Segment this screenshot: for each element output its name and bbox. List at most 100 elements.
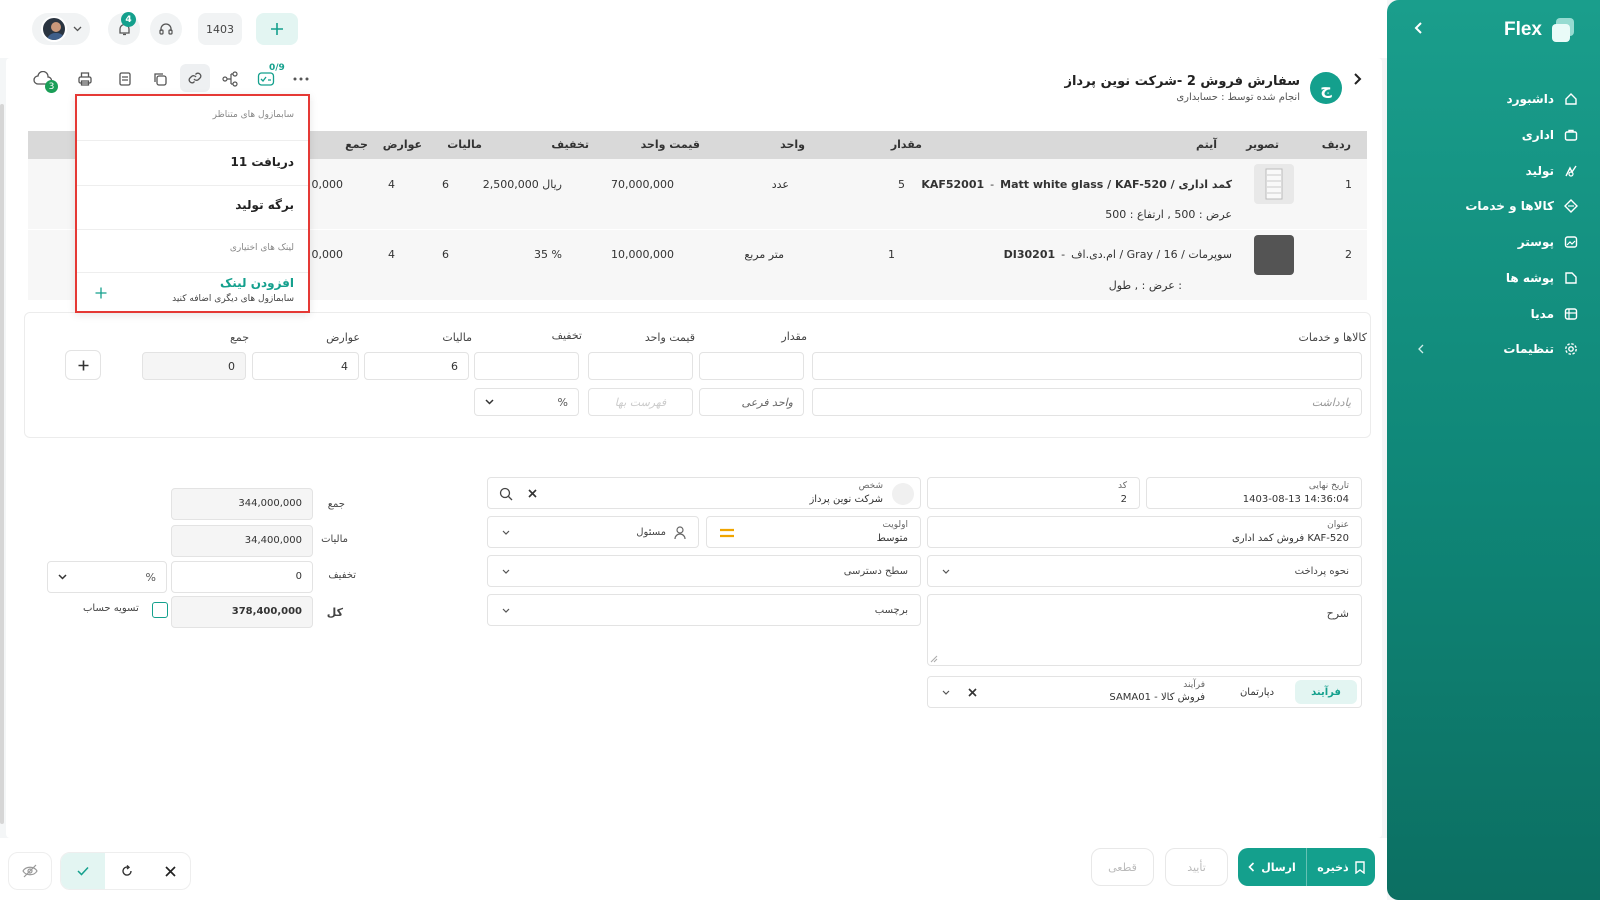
discount-type-select[interactable]: % [474,388,579,416]
checklist-button[interactable]: 0/9 [255,63,285,90]
person-field[interactable]: شخص شرکت نوین پرداز [487,477,921,509]
link-production-label: برگه تولید [235,198,294,212]
sidebar-item-dashboard[interactable]: داشبورد [1408,87,1578,111]
sidebar-item-poster[interactable]: پوستر [1408,230,1578,254]
sidebar-item-folders[interactable]: پوشه ها [1408,266,1578,290]
fiscal-year-selector[interactable]: 1403 [198,13,242,45]
more-options-button[interactable] [290,68,312,90]
due-date-field[interactable]: تاریخ نهایی 1403-08-13 14:36:04 [1146,477,1362,509]
refresh-button[interactable] [105,853,148,889]
item-name: ام.دی.اف / Gray / 16 / سوپرمات [1071,248,1232,261]
sidebar-item-production[interactable]: تولید [1408,159,1578,183]
duties-label: عوارض [326,331,360,344]
hide-button[interactable] [8,852,52,890]
link-receipt-label: دریافت 11 [230,155,294,169]
bookmark-icon [1355,860,1365,874]
person-label: شخص [858,481,883,491]
summary-discount-input[interactable]: 0 [171,561,313,593]
link-receipt[interactable]: دریافت 11 [77,141,308,185]
sidebar-item-media[interactable]: مدیا [1408,302,1578,326]
collapse-sidebar-icon[interactable] [1413,20,1425,36]
cloud-sync-button[interactable]: 3 [32,68,58,93]
add-link-button[interactable]: افزودن لینک سابمازول های دیگری اضافه کنی… [77,273,308,311]
unit-price-input[interactable] [588,352,693,380]
summary-sum-label: جمع [327,499,345,510]
sidebar-item-label: کالاها و خدمات [1465,199,1554,213]
duties-input[interactable]: 4 [252,352,359,380]
chevron-left-icon [1248,862,1255,872]
notifications-button[interactable]: 4 [108,12,140,45]
profile-button[interactable] [32,13,90,45]
cell-qty: 5 [898,178,905,191]
due-date-value: 1403-08-13 14:36:04 [1242,494,1349,505]
add-row-button[interactable] [65,350,101,380]
sidebar-item-label: تولید [1525,164,1554,178]
discount-input[interactable] [474,352,579,380]
links-button[interactable] [180,64,210,92]
code-field[interactable]: کد 2 [927,477,1140,509]
summary-discount-type-select[interactable]: % [47,561,167,593]
qty-input[interactable] [699,352,804,380]
chevron-left-icon[interactable] [1417,344,1425,354]
goods-input[interactable] [812,352,1362,380]
payment-method-select[interactable]: نحوه پرداخت [927,555,1362,587]
box-icon [1564,199,1578,213]
support-button[interactable] [150,13,182,45]
share-icon [222,71,238,87]
priority-field[interactable]: اولویت متوسط [706,516,921,548]
price-list-input[interactable]: فهرست بها [588,388,693,416]
workflow-button[interactable] [219,68,241,90]
settle-checkbox[interactable] [152,602,168,618]
sub-unit-input[interactable]: واحد فرعی [699,388,804,416]
document-avatar: ج [1310,72,1342,104]
final-button[interactable]: قطعی [1091,848,1154,886]
brand-name: Flex [1503,19,1542,40]
sidebar-item-label: مدیا [1530,307,1554,321]
sum-value: 344,000,000 [238,498,302,509]
tax-value: 6 [451,360,458,373]
media-icon [1564,308,1578,320]
cell-unit-price: 10,000,000 [611,248,674,261]
link-production-sheet[interactable]: برگه تولید [77,186,308,229]
duplicate-button[interactable] [149,68,171,90]
sidebar-item-goods[interactable]: کالاها و خدمات [1408,194,1578,218]
process-select[interactable]: فرآیند SAMA01 - فروش کالا [928,677,1213,707]
sidebar-item-office[interactable]: اداری [1408,123,1578,147]
tax-label: مالیات [442,331,472,344]
user-icon [674,526,686,540]
tab-department-label: دپارتمان [1239,686,1275,698]
cancel-button[interactable] [148,853,190,889]
briefcase-icon [1564,129,1578,141]
cell-total: 0,000 [311,178,344,191]
tab-process[interactable]: فرآیند [1295,680,1357,704]
process-panel: فرآیند دپارتمان فرآیند SAMA01 - فروش کال… [927,676,1362,708]
send-button[interactable]: ارسال [1238,848,1306,886]
sidebar-item-settings[interactable]: تنظیمات [1408,337,1578,361]
responsible-select[interactable]: مسئول [487,516,699,548]
note-input[interactable]: یادداشت [812,388,1362,416]
print-button[interactable] [74,68,96,90]
document-header: سفارش فروش 2 -شرکت نوین پرداز انجام شده … [1064,72,1342,104]
item-name: Matt white glass / KAF-520 / کمد اداری [1000,178,1232,191]
item-separator: - [990,178,995,191]
save-button[interactable]: ذخیره [1307,848,1375,886]
col-qty: مقدار [890,138,922,151]
process-value: SAMA01 - فروش کالا [1109,692,1205,703]
access-level-select[interactable]: سطح دسترسی [487,555,921,587]
tax-input[interactable]: 6 [364,352,469,380]
col-tax: مالیات [447,138,482,151]
col-row: ردیف [1321,138,1351,151]
back-icon[interactable] [1352,72,1362,86]
tab-department[interactable]: دپارتمان [1223,680,1291,704]
title-field[interactable]: عنوان فروش کمد اداری KAF-520 [927,516,1362,548]
vertical-scrollbar[interactable] [0,104,4,824]
sidebar-item-label: اداری [1521,128,1554,142]
col-image: تصویر [1246,138,1279,151]
add-new-button[interactable] [256,13,298,45]
confirm-check-button[interactable] [61,853,105,889]
links-dropdown: سابمازول های متناظر دریافت 11 برگه تولید… [75,94,310,313]
notes-button[interactable] [114,68,136,90]
description-textarea[interactable]: شرح [927,594,1362,666]
approve-button[interactable]: تأیید [1165,848,1228,886]
tag-select[interactable]: برچسب [487,594,921,626]
